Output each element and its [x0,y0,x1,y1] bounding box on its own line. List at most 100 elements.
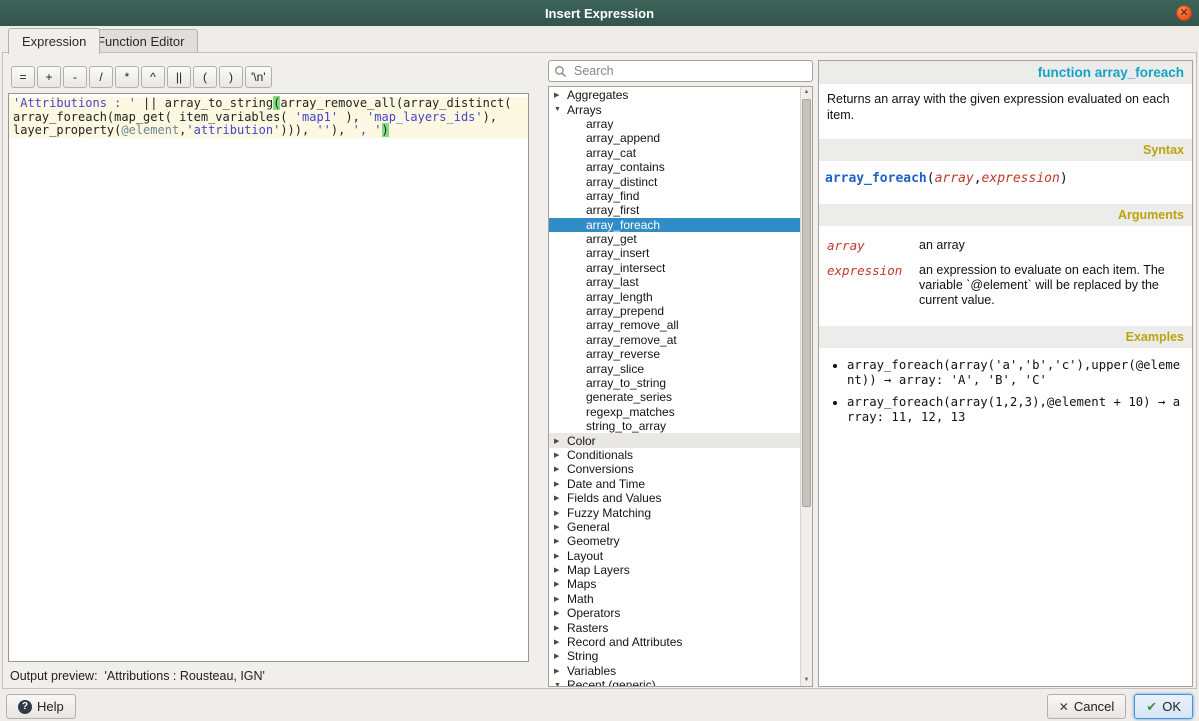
tab-function-editor[interactable]: Function Editor [83,29,198,52]
tree-item-array-distinct[interactable]: array_distinct [549,174,800,188]
close-icon[interactable]: ✕ [1176,5,1192,21]
tree-item-array-to-string[interactable]: array_to_string [549,376,800,390]
chevron-right-icon[interactable]: ▶ [554,537,567,545]
tree-group-string[interactable]: ▶String [549,649,800,663]
argument-name: expression [827,263,919,309]
tree-item-array-remove-all[interactable]: array_remove_all [549,318,800,332]
tree-label: array_first [586,203,639,217]
tree-item-string-to-array[interactable]: string_to_array [549,419,800,433]
expression-editor[interactable]: 'Attributions : ' || array_to_string(arr… [8,93,529,662]
scroll-up-icon[interactable]: ▲ [801,87,812,98]
dialog-buttons: ✕ Cancel ✔ OK [1047,694,1193,719]
tree-group-general[interactable]: ▶General [549,520,800,534]
tree-item-array-intersect[interactable]: array_intersect [549,261,800,275]
tree-label: array_remove_all [586,318,679,332]
tab-expression[interactable]: Expression [8,28,100,54]
tree-item-array-first[interactable]: array_first [549,203,800,217]
tree-item-array-foreach[interactable]: array_foreach [549,218,800,232]
tree-label: Record and Attributes [567,635,682,649]
syntax-paren: ) [1060,171,1068,186]
tree-group-layout[interactable]: ▶Layout [549,549,800,563]
operator-button-2[interactable]: - [63,66,87,88]
operator-button-3[interactable]: / [89,66,113,88]
tree-item-array-length[interactable]: array_length [549,289,800,303]
scroll-down-icon[interactable]: ▼ [801,675,812,686]
tree-group-aggregates[interactable]: ▶Aggregates [549,88,800,102]
chevron-right-icon[interactable]: ▶ [554,595,567,603]
tree-item-array-remove-at[interactable]: array_remove_at [549,333,800,347]
chevron-right-icon[interactable]: ▶ [554,523,567,531]
chevron-right-icon[interactable]: ▶ [554,667,567,675]
chevron-right-icon[interactable]: ▶ [554,566,567,574]
tree-item-array-cat[interactable]: array_cat [549,146,800,160]
tree-scrollbar[interactable]: ▲ ▼ [800,87,812,686]
tree-group-date-and-time[interactable]: ▶Date and Time [549,477,800,491]
tree-group-geometry[interactable]: ▶Geometry [549,534,800,548]
tree-item-array-slice[interactable]: array_slice [549,361,800,375]
tree-label: Color [567,434,596,448]
chevron-down-icon[interactable]: ▼ [554,682,567,686]
tree-group-recent-generic[interactable]: ▼Recent (generic) [549,678,800,686]
operator-button-9[interactable]: '\n' [245,66,272,88]
chevron-right-icon[interactable]: ▶ [554,480,567,488]
chevron-right-icon[interactable]: ▶ [554,624,567,632]
tree-item-array-contains[interactable]: array_contains [549,160,800,174]
tree-item-generate-series[interactable]: generate_series [549,390,800,404]
tree-item-array-last[interactable]: array_last [549,275,800,289]
chevron-right-icon[interactable]: ▶ [554,580,567,588]
help-syntax: array_foreach(array,expression) [819,161,1192,204]
help-icon: ? [18,700,32,714]
tree-item-array-get[interactable]: array_get [549,232,800,246]
tree-item-array-insert[interactable]: array_insert [549,246,800,260]
tree-item-array[interactable]: array [549,117,800,131]
scrollbar-thumb[interactable] [802,99,811,507]
operator-button-0[interactable]: = [11,66,35,88]
chevron-right-icon[interactable]: ▶ [554,652,567,660]
tree-item-regexp-matches[interactable]: regexp_matches [549,405,800,419]
tree-label: Fuzzy Matching [567,506,651,520]
tree-item-array-reverse[interactable]: array_reverse [549,347,800,361]
chevron-right-icon[interactable]: ▶ [554,91,567,99]
operator-button-7[interactable]: ( [193,66,217,88]
tree-label: array_distinct [586,175,657,189]
tree-group-record-and-attributes[interactable]: ▶Record and Attributes [549,635,800,649]
tree-group-operators[interactable]: ▶Operators [549,606,800,620]
tree-item-array-find[interactable]: array_find [549,189,800,203]
tree-group-arrays[interactable]: ▼Arrays [549,102,800,116]
operator-button-5[interactable]: ^ [141,66,165,88]
chevron-right-icon[interactable]: ▶ [554,494,567,502]
chevron-right-icon[interactable]: ▶ [554,609,567,617]
titlebar[interactable]: Insert Expression ✕ [0,0,1199,26]
tree-group-fields-and-values[interactable]: ▶Fields and Values [549,491,800,505]
operator-button-8[interactable]: ) [219,66,243,88]
syntax-paren: ( [927,171,935,186]
tree-group-conditionals[interactable]: ▶Conditionals [549,448,800,462]
operator-button-4[interactable]: * [115,66,139,88]
tree-label: Rasters [567,621,608,635]
chevron-right-icon[interactable]: ▶ [554,465,567,473]
search-input[interactable] [572,63,807,79]
ok-button[interactable]: ✔ OK [1134,694,1193,719]
tree-group-map-layers[interactable]: ▶Map Layers [549,563,800,577]
tree-item-array-prepend[interactable]: array_prepend [549,304,800,318]
chevron-right-icon[interactable]: ▶ [554,638,567,646]
tree-group-color[interactable]: ▶Color [549,433,800,447]
chevron-right-icon[interactable]: ▶ [554,552,567,560]
tree-group-maps[interactable]: ▶Maps [549,577,800,591]
chevron-right-icon[interactable]: ▶ [554,451,567,459]
output-preview-value: 'Attributions : Rousteau, IGN' [105,669,265,683]
chevron-right-icon[interactable]: ▶ [554,509,567,517]
chevron-down-icon[interactable]: ▼ [554,106,567,113]
operator-button-1[interactable]: + [37,66,61,88]
tree-group-variables[interactable]: ▶Variables [549,664,800,678]
chevron-right-icon[interactable]: ▶ [554,437,567,445]
operator-button-6[interactable]: || [167,66,191,88]
tree-label: Maps [567,577,596,591]
tree-group-rasters[interactable]: ▶Rasters [549,620,800,634]
tree-item-array-append[interactable]: array_append [549,131,800,145]
help-button[interactable]: ? Help [6,694,76,719]
tree-group-conversions[interactable]: ▶Conversions [549,462,800,476]
cancel-button[interactable]: ✕ Cancel [1047,694,1127,719]
tree-group-fuzzy-matching[interactable]: ▶Fuzzy Matching [549,505,800,519]
tree-group-math[interactable]: ▶Math [549,592,800,606]
